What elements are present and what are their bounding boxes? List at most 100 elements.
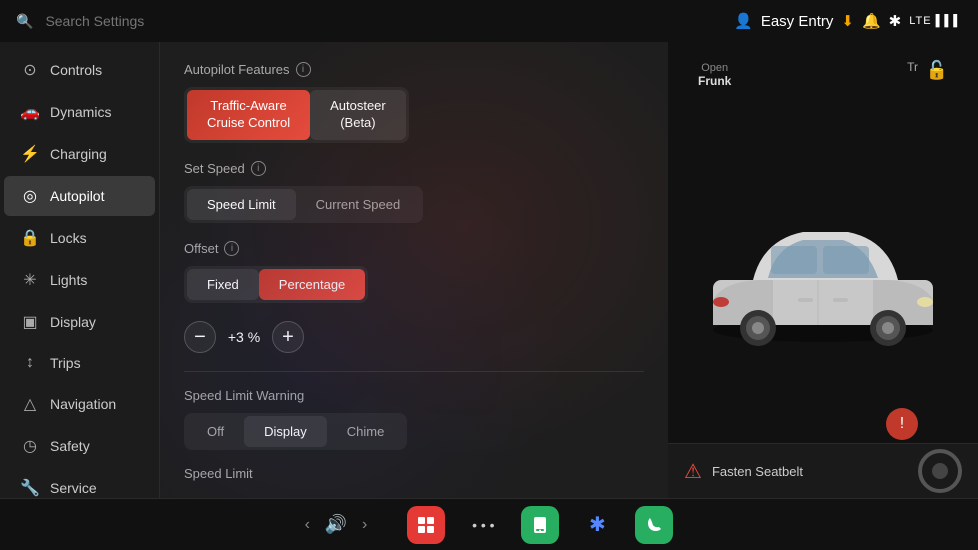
dots-icon[interactable]: • • • [465,507,501,543]
display-icon: ▣ [20,312,40,332]
sidebar-item-display[interactable]: ▣ Display [4,302,155,342]
percentage-button[interactable]: Percentage [259,269,366,300]
navigation-icon: △ [20,394,40,414]
signal-icon: LTE ▌▌▌ [909,15,962,27]
sidebar-label-controls: Controls [50,62,102,78]
car-image [693,190,953,370]
bluetooth-icon: ✱ [889,12,902,30]
controls-icon: ⊙ [20,60,40,80]
lock-icon: 🔓 [926,60,948,81]
content-area: Autopilot Features i Traffic-Aware Cruis… [160,42,668,498]
tr-label: Tr [907,60,918,74]
set-speed-label: Set Speed [184,161,245,176]
sidebar-item-safety[interactable]: ◷ Safety [4,426,155,466]
open-text: Open [698,62,731,74]
offset-plus-button[interactable]: + [272,321,304,353]
easy-entry-label: Easy Entry [761,13,834,30]
locks-icon: 🔒 [20,228,40,248]
sidebar-label-trips: Trips [50,355,81,371]
wheel-area [918,449,962,493]
autopilot-features-btn-group: Traffic-Aware Cruise Control Autosteer (… [184,87,409,143]
volume-icon[interactable]: 🔊 [318,507,354,543]
back-arrow[interactable]: ‹ [305,516,310,534]
sidebar-label-autopilot: Autopilot [50,188,104,204]
offset-minus-button[interactable]: − [184,321,216,353]
sidebar-label-locks: Locks [50,230,87,246]
sidebar-label-charging: Charging [50,146,107,162]
apps-icon[interactable] [407,506,445,544]
top-bar: 🔍 👤 Easy Entry ⬇ 🔔 ✱ LTE ▌▌▌ [0,0,978,42]
user-icon: 👤 [734,12,753,30]
forward-arrow[interactable]: › [362,516,367,534]
wheel-inner [932,463,948,479]
trips-icon: ↕ [20,354,40,372]
fixed-button[interactable]: Fixed [187,269,259,300]
sidebar-item-locks[interactable]: 🔒 Locks [4,218,155,258]
sidebar-item-autopilot[interactable]: ◎ Autopilot [4,176,155,216]
bluetooth-taskbar-icon[interactable]: ✱ [579,507,615,543]
speed-limit-section-label: Speed Limit [184,466,253,481]
call-icon[interactable] [635,506,673,544]
service-icon: 🔧 [20,478,40,498]
taskbar: ‹ 🔊 › • • • ✱ [0,498,978,550]
bell-icon: 🔔 [862,12,881,30]
offset-label: Offset [184,241,218,256]
sidebar-item-dynamics[interactable]: 🚗 Dynamics [4,92,155,132]
frunk-label: Open Frunk [698,62,731,88]
offset-value-display: +3 % [224,329,264,345]
sidebar-label-navigation: Navigation [50,396,116,412]
offset-stepper-row: − +3 % + [184,321,644,353]
emergency-icon[interactable]: ! [886,408,918,440]
set-speed-btn-group: Speed Limit Current Speed [184,186,423,223]
autopilot-icon: ◎ [20,186,40,206]
set-speed-info-icon[interactable]: i [251,161,266,176]
search-input[interactable] [45,13,185,29]
right-panel: Open Frunk 🔓 Tr [668,42,978,498]
speed-limit-warning-label: Speed Limit Warning [184,388,304,403]
car-display: Open Frunk 🔓 Tr [668,42,978,498]
speed-limit-section: Speed Limit [184,466,644,481]
sidebar-item-navigation[interactable]: △ Navigation [4,384,155,424]
sidebar-item-trips[interactable]: ↕ Trips [4,344,155,382]
download-icon: ⬇ [841,12,854,30]
chime-button[interactable]: Chime [327,416,405,447]
lights-icon: ✳ [20,270,40,290]
sidebar-label-dynamics: Dynamics [50,104,111,120]
fasten-seatbelt-alert: ⚠ Fasten Seatbelt ! [668,443,978,498]
separator [184,371,644,372]
sidebar-label-service: Service [50,480,97,496]
speed-limit-warning-section: Speed Limit Warning [184,388,644,403]
sidebar-item-lights[interactable]: ✳ Lights [4,260,155,300]
safety-icon: ◷ [20,436,40,456]
sidebar-item-charging[interactable]: ⚡ Charging [4,134,155,174]
off-button[interactable]: Off [187,416,244,447]
offset-type-btn-group: Fixed Percentage [184,266,368,303]
sidebar-label-lights: Lights [50,272,87,288]
speed-limit-warning-btn-group: Off Display Chime [184,413,407,450]
charging-icon: ⚡ [20,144,40,164]
alert-text: Fasten Seatbelt [712,464,803,479]
sidebar-item-controls[interactable]: ⊙ Controls [4,50,155,90]
autopilot-features-info-icon[interactable]: i [296,62,311,77]
sidebar-label-display: Display [50,314,96,330]
alert-triangle-icon: ⚠ [684,459,702,484]
dynamics-icon: 🚗 [20,102,40,122]
search-icon: 🔍 [16,13,33,30]
wheel-icon [918,449,962,493]
frunk-text: Frunk [698,74,731,88]
sidebar-item-service[interactable]: 🔧 Service [4,468,155,498]
autopilot-features-section: Autopilot Features i [184,62,644,77]
display-button[interactable]: Display [244,416,327,447]
offset-info-icon[interactable]: i [224,241,239,256]
current-speed-button[interactable]: Current Speed [296,189,421,220]
speed-limit-button[interactable]: Speed Limit [187,189,296,220]
set-speed-section: Set Speed i [184,161,644,176]
top-bar-center: 👤 Easy Entry ⬇ 🔔 ✱ LTE ▌▌▌ [734,12,962,30]
traffic-aware-button[interactable]: Traffic-Aware Cruise Control [187,90,310,140]
sidebar-label-safety: Safety [50,438,90,454]
taskbar-nav: ‹ 🔊 › [305,507,368,543]
autosteer-button[interactable]: Autosteer (Beta) [310,90,406,140]
sidebar: ⊙ Controls 🚗 Dynamics ⚡ Charging ◎ Autop… [0,42,160,498]
phone-app-icon[interactable] [521,506,559,544]
main-layout: ⊙ Controls 🚗 Dynamics ⚡ Charging ◎ Autop… [0,42,978,498]
